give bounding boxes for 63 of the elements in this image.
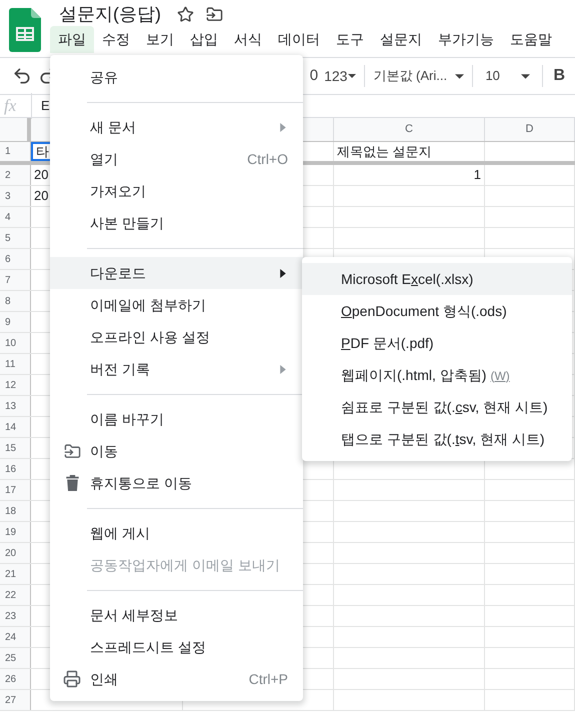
column-header[interactable]: D <box>526 121 534 138</box>
menu-item[interactable]: 가져오기 <box>50 175 303 207</box>
row-number[interactable]: 8 <box>5 294 11 308</box>
row-number[interactable]: 1 <box>5 144 11 159</box>
table-cell[interactable]: 20 <box>31 165 52 185</box>
print-icon <box>63 670 81 688</box>
menu-item[interactable]: 웹에 게시 <box>50 517 303 549</box>
menu-item[interactable]: PDF 문서(.pdf) <box>302 327 572 359</box>
number-format-button[interactable]: 123 <box>324 65 366 87</box>
menu-bar-item[interactable]: 수정 <box>94 26 138 53</box>
bold-button[interactable]: B <box>543 64 575 88</box>
move-folder-icon[interactable] <box>206 6 223 22</box>
decimal-button[interactable]: 0 <box>310 64 318 88</box>
row-number[interactable]: 4 <box>5 210 11 224</box>
menu-bar-item[interactable]: 서식 <box>226 26 270 53</box>
row-number[interactable]: 3 <box>5 188 11 204</box>
table-cell[interactable]: 1 <box>334 165 484 185</box>
menu-bar-item[interactable]: 보기 <box>138 26 182 53</box>
menu-bar-item[interactable]: 도구 <box>328 26 372 53</box>
row-number[interactable]: 5 <box>5 230 11 246</box>
table-cell[interactable]: 제목없는 설문지 <box>334 142 435 161</box>
menu-item[interactable]: 탭으로 구분된 값(.tsv, 현재 시트) <box>302 423 572 455</box>
menu-item[interactable]: 이메일에 첨부하기 <box>50 289 303 321</box>
trash-icon <box>66 475 78 491</box>
menu-item[interactable]: 스프레드시트 설정 <box>50 631 303 663</box>
menu-item[interactable]: Microsoft Excel(.xlsx) <box>302 263 572 295</box>
menu-bar-item[interactable]: 삽입 <box>182 26 226 53</box>
row-number[interactable]: 2 <box>5 168 11 182</box>
menu-item[interactable]: 휴지통으로 이동 <box>50 467 303 499</box>
row-number[interactable]: 6 <box>5 252 11 266</box>
row-number[interactable]: 9 <box>5 314 11 330</box>
menu-bar-item[interactable]: 데이터 <box>270 26 328 53</box>
menu-item[interactable]: 인쇄 Ctrl+P <box>50 663 303 695</box>
table-cell[interactable]: 20 <box>31 186 52 206</box>
menu-item[interactable]: 이름 바꾸기 <box>50 403 303 435</box>
undo-icon[interactable] <box>12 66 32 86</box>
menu-item[interactable]: 공유 <box>50 61 303 93</box>
menu-bar-item[interactable]: 부가기능 <box>430 26 502 53</box>
menu-item[interactable]: 사본 만들기 <box>50 207 303 239</box>
menu-item[interactable]: 버전 기록 <box>50 353 303 385</box>
font-dropdown[interactable]: 기본값 (Ari... <box>365 65 474 87</box>
caret-icon <box>455 74 464 78</box>
sheets-logo[interactable] <box>9 8 41 52</box>
formula-field[interactable]: E <box>32 96 50 116</box>
menu-item[interactable]: 이동 <box>50 435 303 467</box>
caret-icon <box>348 74 356 78</box>
menu-bar-item[interactable]: 설문지 <box>372 26 430 53</box>
star-icon[interactable] <box>177 6 194 22</box>
menu-item[interactable]: 새 문서 <box>50 111 303 143</box>
menu-item[interactable]: 오프라인 사용 설정 <box>50 321 303 353</box>
font-size-dropdown[interactable]: 10 <box>473 65 544 87</box>
row-number[interactable]: 7 <box>5 272 11 288</box>
menu-bar-item[interactable]: 파일 <box>50 26 94 53</box>
move-folder-icon <box>64 442 80 460</box>
menu-item[interactable]: 쉼표로 구분된 값(.csv, 현재 시트) <box>302 391 572 423</box>
menu-item[interactable]: 다운로드 <box>50 257 303 289</box>
column-header[interactable]: C <box>405 121 413 138</box>
document-title[interactable]: 설문지(응답) <box>59 0 161 28</box>
menu-item[interactable]: 문서 세부정보 <box>50 599 303 631</box>
menu-bar-item[interactable]: 도움말 <box>502 26 560 53</box>
menu-item[interactable]: 웹페이지(.html, 압축됨) (W) <box>302 359 572 391</box>
menu-item[interactable]: OpenDocument 형식(.ods) <box>302 295 572 327</box>
caret-icon <box>521 74 530 78</box>
